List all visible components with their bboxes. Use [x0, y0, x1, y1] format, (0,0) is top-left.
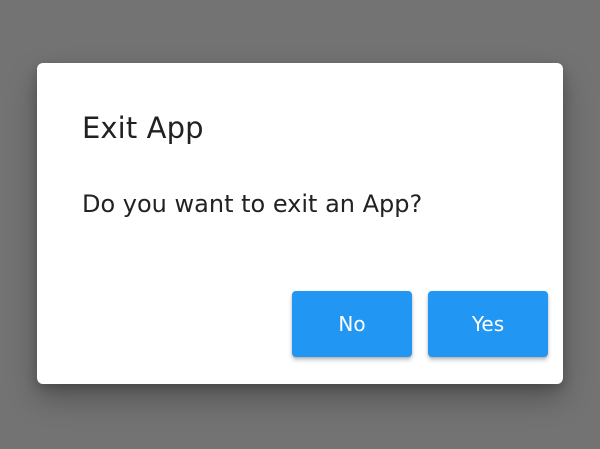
dialog-title: Exit App — [82, 111, 204, 145]
dialog-message: Do you want to exit an App? — [82, 190, 423, 218]
yes-button[interactable]: Yes — [428, 291, 548, 357]
no-button[interactable]: No — [292, 291, 412, 357]
exit-app-dialog: Exit App Do you want to exit an App? No … — [37, 63, 563, 384]
